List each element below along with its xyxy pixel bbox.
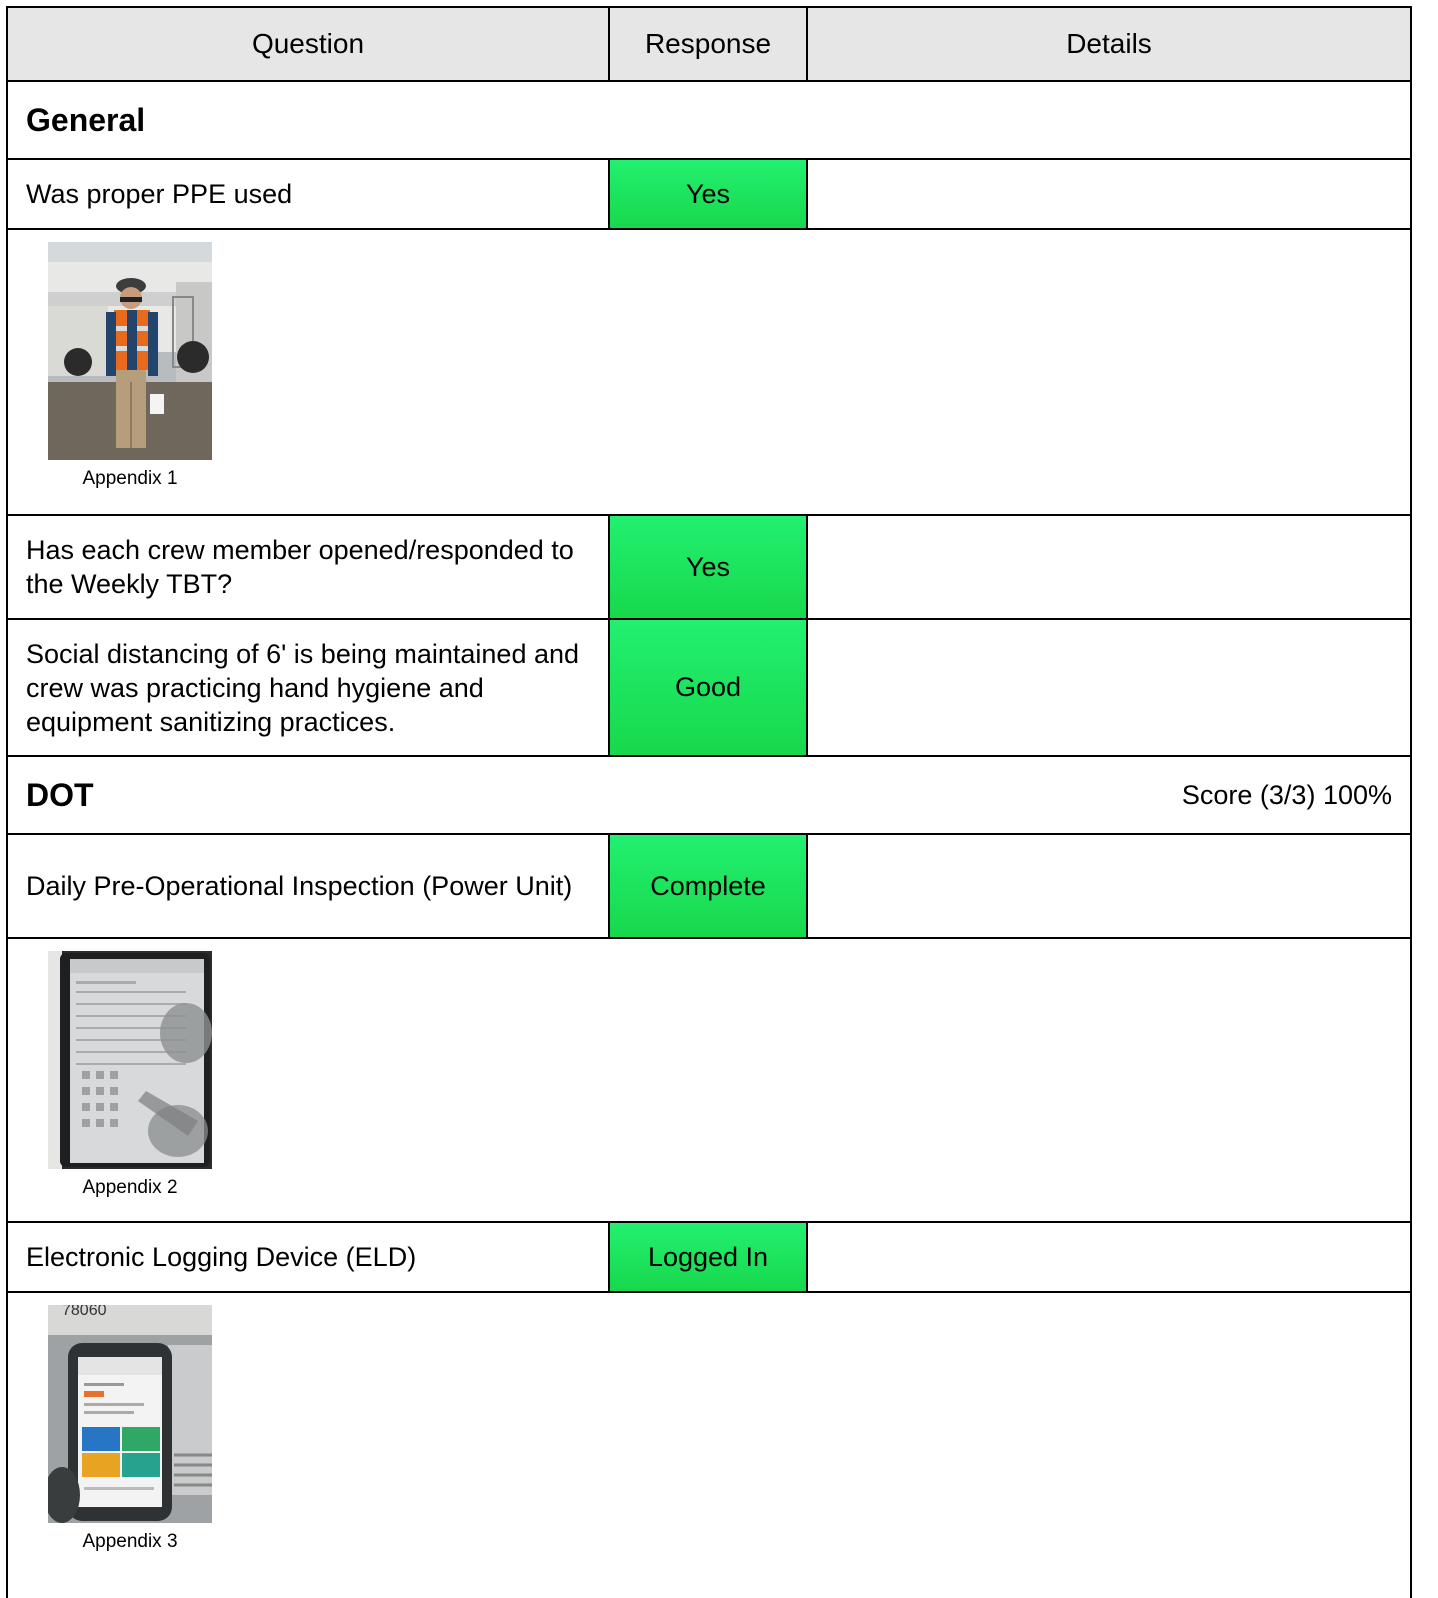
details-text: [808, 160, 1410, 228]
details-text: [808, 516, 1410, 618]
appendix-figure: Appendix 2: [48, 951, 212, 1199]
appendix-caption: Appendix 1: [82, 468, 178, 489]
appendix-caption: Appendix 2: [82, 1177, 178, 1198]
appendix-caption: Appendix 3: [82, 1531, 178, 1552]
details-text: [808, 835, 1410, 937]
question-text: Social distancing of 6' is being maintai…: [8, 620, 610, 755]
header-question: Question: [8, 8, 610, 80]
appendix-row: Appendix 2: [8, 939, 1410, 1223]
table-row: Social distancing of 6' is being maintai…: [8, 620, 1410, 757]
question-text: Has each crew member opened/responded to…: [8, 516, 610, 618]
worker-in-safety-vest-photo[interactable]: [48, 242, 212, 460]
photo-number-text: 78060: [62, 1305, 107, 1319]
appendix-figure: Appendix 1: [48, 242, 212, 490]
response-badge: Yes: [610, 160, 808, 228]
appendix-row: 78060 Appendix 3: [8, 1293, 1410, 1598]
section-title: DOT: [26, 776, 94, 813]
tablet-inspection-form-photo[interactable]: [48, 951, 212, 1169]
question-text: Was proper PPE used: [8, 160, 610, 228]
inspection-table: Question Response Details General Was pr…: [6, 6, 1412, 1598]
response-badge: Good: [610, 620, 808, 755]
response-badge: Yes: [610, 516, 808, 618]
section-row-dot: DOT Score (3/3) 100%: [8, 757, 1410, 835]
section-title: General: [26, 101, 146, 138]
header-details: Details: [1066, 28, 1152, 59]
section-row-general: General: [8, 82, 1410, 160]
table-row: Was proper PPE used Yes: [8, 160, 1410, 230]
question-text: Daily Pre-Operational Inspection (Power …: [8, 835, 610, 937]
details-text: [808, 1223, 1410, 1291]
table-row: Daily Pre-Operational Inspection (Power …: [8, 835, 1410, 939]
table-row: Has each crew member opened/responded to…: [8, 516, 1410, 620]
appendix-row: Appendix 1: [8, 230, 1410, 516]
table-header-row: Question Response Details: [8, 8, 1410, 82]
response-badge: Logged In: [610, 1223, 808, 1291]
response-badge: Complete: [610, 835, 808, 937]
details-text: [808, 620, 1410, 755]
question-text: Electronic Logging Device (ELD): [8, 1223, 610, 1291]
section-score: Score (3/3) 100%: [1181, 779, 1392, 810]
appendix-figure: 78060 Appendix 3: [48, 1305, 212, 1553]
phone-eld-app-photo[interactable]: 78060: [48, 1305, 212, 1523]
table-row: Electronic Logging Device (ELD) Logged I…: [8, 1223, 1410, 1293]
header-response: Response: [610, 8, 808, 80]
